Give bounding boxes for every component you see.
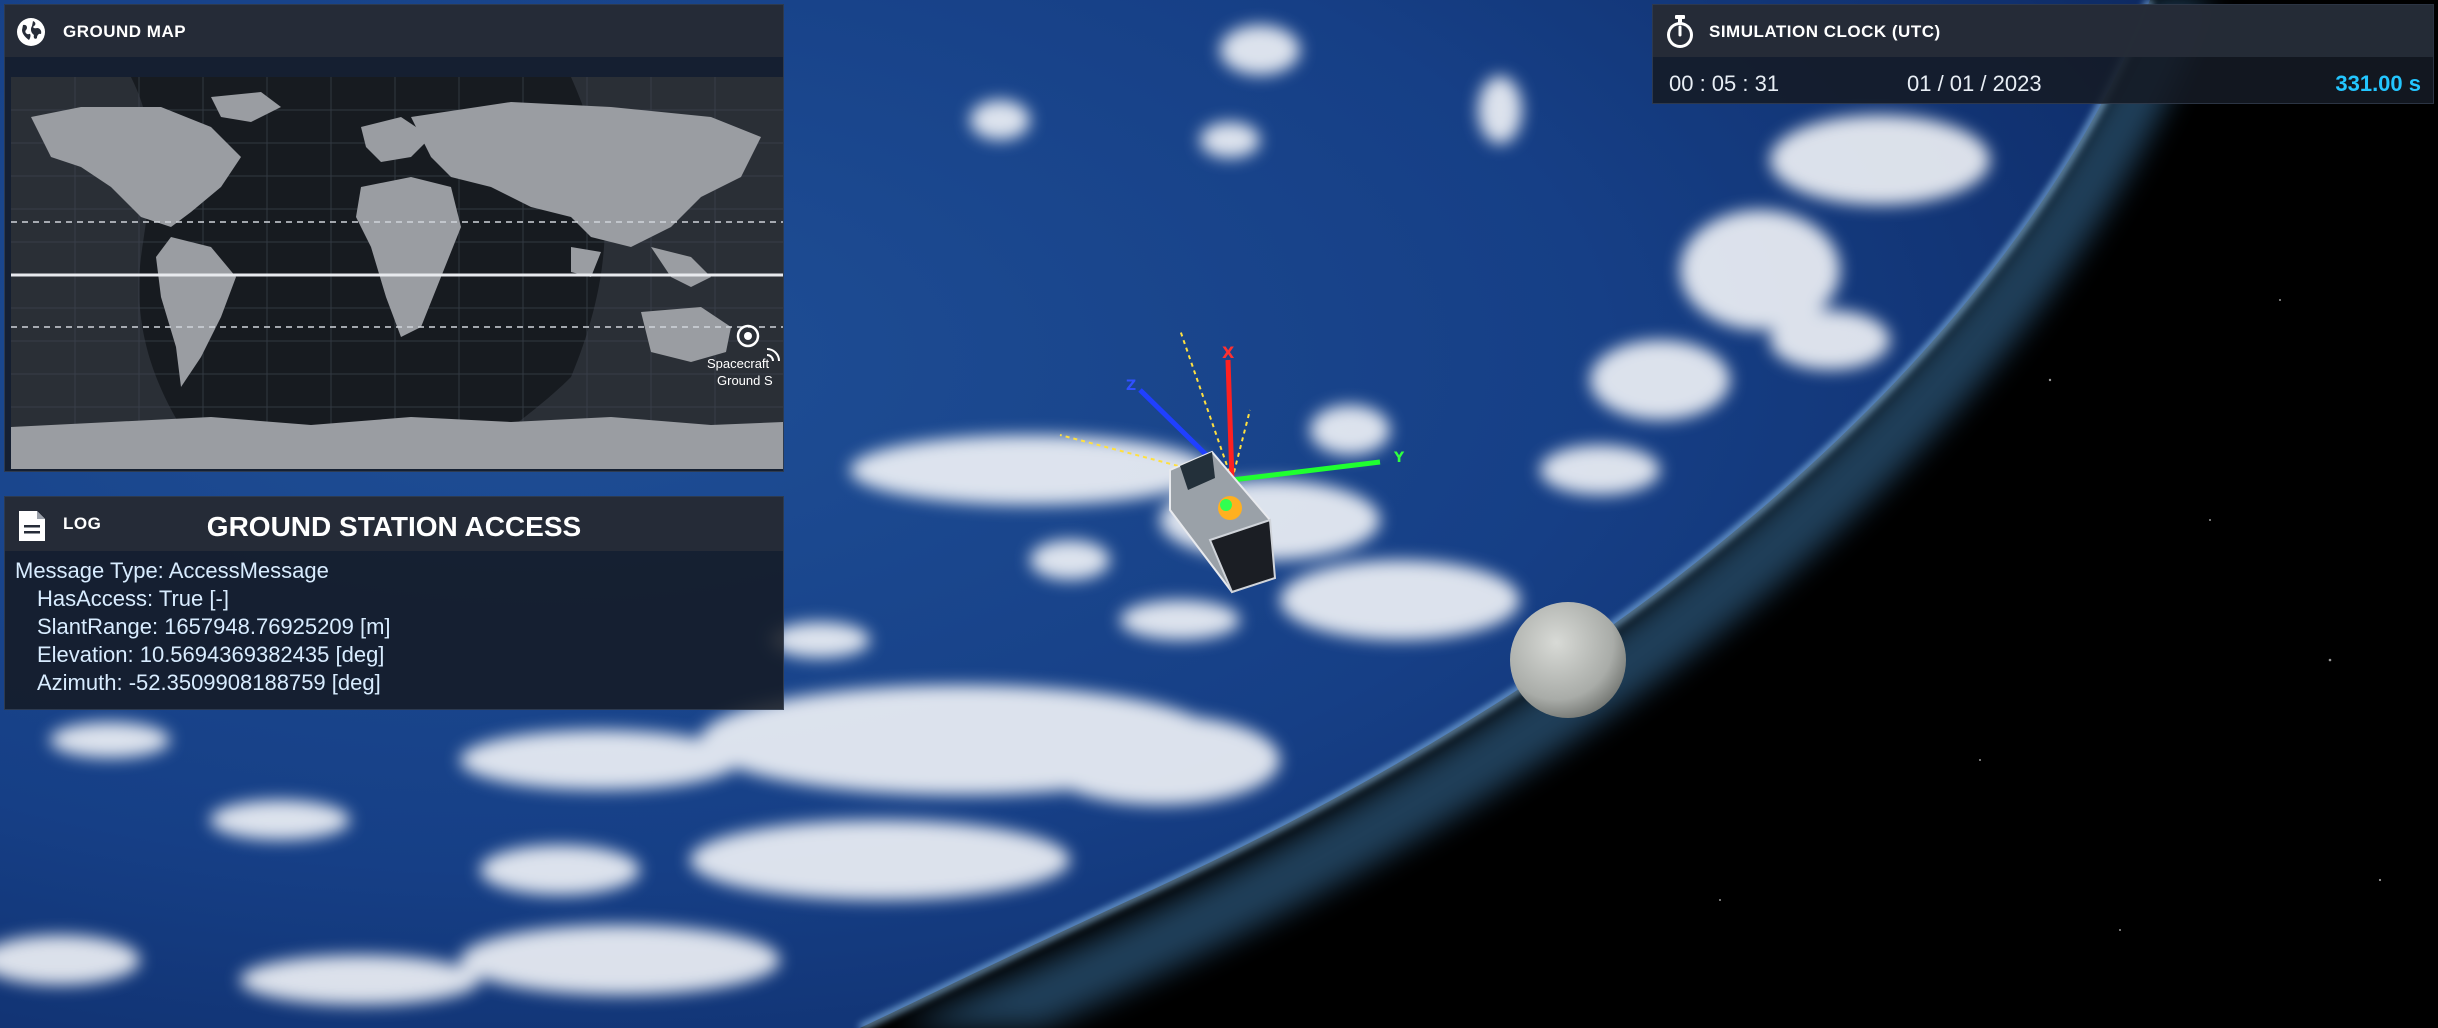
clock-time: 00 : 05 : 31 [1669,71,1780,96]
log-line-azimuth: Azimuth: -52.3509908188759 [deg] [37,670,381,695]
log-message-heading: GROUND STATION ACCESS [206,511,582,542]
ground-map-header: GROUND MAP [5,5,783,57]
spacecraft-marker-label: Spacecraft [707,356,770,371]
axis-x-label: X [1222,343,1235,362]
log-panel: LOG GROUND STATION ACCESS Message Type: … [4,496,784,710]
log-line-elevation: Elevation: 10.5694369382435 [deg] [37,642,385,667]
globe-icon [17,18,45,46]
ground-map-panel: GROUND MAP Spacecraft Ground S [4,4,784,472]
log-line-has-access: HasAccess: True [-] [37,586,229,611]
log-message-body: Message Type: AccessMessage HasAccess: T… [15,557,391,697]
clock-date: 01 / 01 / 2023 [1907,71,2042,96]
log-line-slant-range: SlantRange: 1657948.76925209 [m] [37,614,391,639]
ground-map-title: GROUND MAP [63,22,187,41]
log-header: LOG GROUND STATION ACCESS [5,497,783,551]
simulation-elapsed-time: 331.00 s [2335,71,2421,96]
log-line-message-type: Message Type: AccessMessage [15,558,329,583]
clock-title: SIMULATION CLOCK (UTC) [1709,22,1941,41]
stopwatch-icon [1667,15,1693,48]
ground-station-marker-label: Ground S [717,373,773,388]
simulation-clock-panel: SIMULATION CLOCK (UTC) 00 : 05 : 31 01 /… [1652,4,2434,104]
axis-z-label: Z [1126,378,1136,394]
axis-y-label: Y [1393,450,1405,466]
clock-header: SIMULATION CLOCK (UTC) [1653,5,2433,57]
moon [1510,602,1626,718]
ground-map-view[interactable]: Spacecraft Ground S [11,77,783,469]
